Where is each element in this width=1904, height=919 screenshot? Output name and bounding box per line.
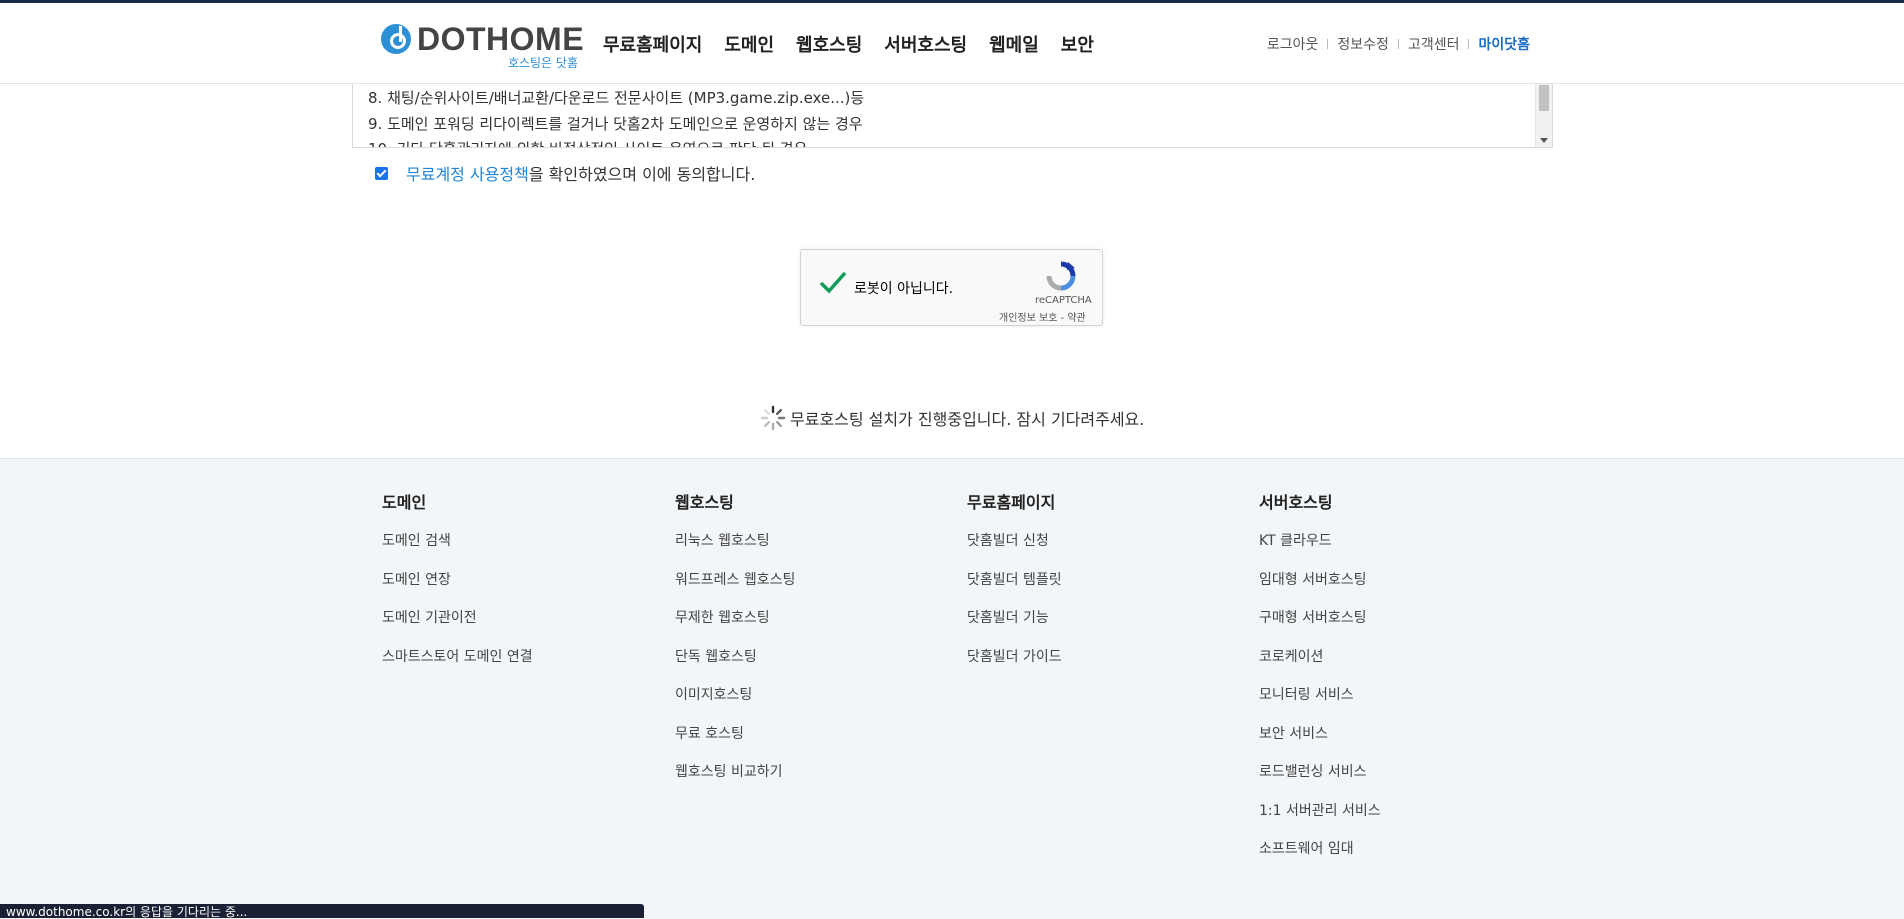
footer-link[interactable]: 도메인 기관이전 [382, 608, 533, 647]
footer-link[interactable]: 도메인 검색 [382, 531, 533, 570]
dothome-logo[interactable]: DOTHOME 호스팅은 닷홈 [381, 21, 585, 70]
footer-link[interactable]: 로드밸런싱 서비스 [1259, 762, 1381, 801]
util-divider [1327, 39, 1329, 49]
footer-link[interactable]: 1:1 서버관리 서비스 [1259, 801, 1381, 840]
footer-link[interactable]: 모니터링 서비스 [1259, 685, 1381, 724]
footer-col-title: 서버호스팅 [1259, 493, 1333, 512]
logo-text: DOTHOME [417, 21, 585, 57]
my-dothome-link[interactable]: 마이닷홈 [1478, 34, 1530, 54]
loading-spinner-icon [760, 405, 786, 431]
footer-link[interactable]: 리눅스 웹호스팅 [675, 531, 795, 570]
terms-line: 9. 도메인 포워딩 리다이렉트를 걸거나 닷홈2차 도메인으로 운영하지 않는… [368, 115, 863, 133]
footer-link[interactable]: 닷홈빌더 기능 [967, 608, 1062, 647]
footer-link[interactable]: 구매형 서버호스팅 [1259, 608, 1381, 647]
nav-webmail[interactable]: 웹메일 [989, 31, 1039, 57]
install-progress: 무료호스팅 설치가 진행중입니다. 잠시 기다려주세요. [760, 405, 1144, 431]
footer-link[interactable]: 임대형 서버호스팅 [1259, 570, 1381, 609]
checkmark-icon[interactable] [818, 268, 848, 298]
agree-checkbox[interactable] [375, 166, 388, 180]
footer-link[interactable]: 스마트스토어 도메인 연결 [382, 647, 533, 686]
util-divider [1468, 39, 1470, 49]
browser-status-bar: www.dothome.co.kr의 응답을 기다리는 중... [0, 904, 644, 918]
recaptcha-privacy-terms[interactable]: 개인정보 보호 - 약관 [999, 309, 1086, 324]
utility-links: 로그아웃 정보수정 고객센터 마이닷홈 [1267, 34, 1530, 54]
terms-line: 8. 채팅/순위사이트/배너교환/다운로드 전문사이트 (MP3.game.zi… [368, 89, 865, 107]
footer-link[interactable]: 보안 서비스 [1259, 724, 1381, 763]
footer-col-domain: 도메인 도메인 검색 도메인 연장 도메인 기관이전 스마트스토어 도메인 연결 [382, 489, 533, 685]
footer-link[interactable]: 무제한 웹호스팅 [675, 608, 795, 647]
footer-col-server-hosting: 서버호스팅 KT 클라우드 임대형 서버호스팅 구매형 서버호스팅 코로케이션 … [1259, 489, 1381, 878]
footer-link[interactable]: 닷홈빌더 템플릿 [967, 570, 1062, 609]
recaptcha-label: 로봇이 아닙니다. [854, 281, 954, 297]
scroll-thumb[interactable] [1539, 85, 1549, 111]
footer-link[interactable]: 단독 웹호스팅 [675, 647, 795, 686]
nav-web-hosting[interactable]: 웹호스팅 [796, 31, 862, 57]
terms-scrollbar[interactable] [1535, 84, 1552, 147]
footer-link[interactable]: 소프트웨어 임대 [1259, 839, 1381, 878]
footer-col-free-homepage: 무료홈페이지 닷홈빌더 신청 닷홈빌더 템플릿 닷홈빌더 기능 닷홈빌더 가이드 [967, 489, 1062, 685]
edit-info-link[interactable]: 정보수정 [1337, 34, 1389, 54]
nav-security[interactable]: 보안 [1061, 31, 1094, 57]
site-footer: 도메인 도메인 검색 도메인 연장 도메인 기관이전 스마트스토어 도메인 연결… [0, 458, 1904, 919]
free-account-policy-link[interactable]: 무료계정 사용정책 [406, 161, 529, 185]
site-header: DOTHOME 호스팅은 닷홈 무료홈페이지 도메인 웹호스팅 서버호스팅 웹메… [0, 3, 1904, 84]
footer-col-web-hosting: 웹호스팅 리눅스 웹호스팅 워드프레스 웹호스팅 무제한 웹호스팅 단독 웹호스… [675, 489, 795, 801]
footer-link[interactable]: 닷홈빌더 신청 [967, 531, 1062, 570]
progress-message: 무료호스팅 설치가 진행중입니다. 잠시 기다려주세요. [790, 410, 1145, 429]
agree-row: 무료계정 사용정책 을 확인하였으며 이에 동의합니다. [375, 161, 755, 185]
agree-text: 을 확인하였으며 이에 동의합니다. [528, 165, 756, 184]
terms-line: 10. 기타 닷홈관리자에 의한 비정상적인 사이트 운영으로 판단 된 경우 [368, 138, 807, 147]
footer-link[interactable]: KT 클라우드 [1259, 531, 1381, 570]
footer-col-title: 도메인 [382, 493, 427, 512]
main-nav: 무료홈페이지 도메인 웹호스팅 서버호스팅 웹메일 보안 [603, 31, 1094, 57]
nav-free-homepage[interactable]: 무료홈페이지 [603, 31, 702, 57]
footer-link[interactable]: 도메인 연장 [382, 570, 533, 609]
footer-link[interactable]: 코로케이션 [1259, 647, 1381, 686]
logout-link[interactable]: 로그아웃 [1267, 34, 1319, 54]
scroll-down-arrow-icon[interactable] [1540, 138, 1548, 143]
dothome-logo-icon [381, 24, 411, 54]
customer-center-link[interactable]: 고객센터 [1408, 34, 1460, 54]
footer-link[interactable]: 무료 호스팅 [675, 724, 795, 763]
terms-textbox[interactable]: 8. 채팅/순위사이트/배너교환/다운로드 전문사이트 (MP3.game.zi… [352, 84, 1553, 148]
recaptcha-widget: 로봇이 아닙니다. reCAPTCHA 개인정보 보호 - 약관 [800, 249, 1103, 326]
nav-server-hosting[interactable]: 서버호스팅 [884, 31, 967, 57]
util-divider [1397, 39, 1399, 49]
nav-domain[interactable]: 도메인 [724, 31, 774, 57]
footer-col-title: 웹호스팅 [675, 493, 734, 512]
footer-link[interactable]: 닷홈빌더 가이드 [967, 647, 1062, 686]
footer-link[interactable]: 워드프레스 웹호스팅 [675, 570, 795, 609]
recaptcha-brand: reCAPTCHA [1035, 295, 1092, 306]
recaptcha-logo-icon [1046, 261, 1076, 291]
logo-subtitle: 호스팅은 닷홈 [507, 56, 578, 70]
footer-link[interactable]: 이미지호스팅 [675, 685, 795, 724]
footer-link[interactable]: 웹호스팅 비교하기 [675, 762, 795, 801]
footer-col-title: 무료홈페이지 [967, 493, 1056, 512]
